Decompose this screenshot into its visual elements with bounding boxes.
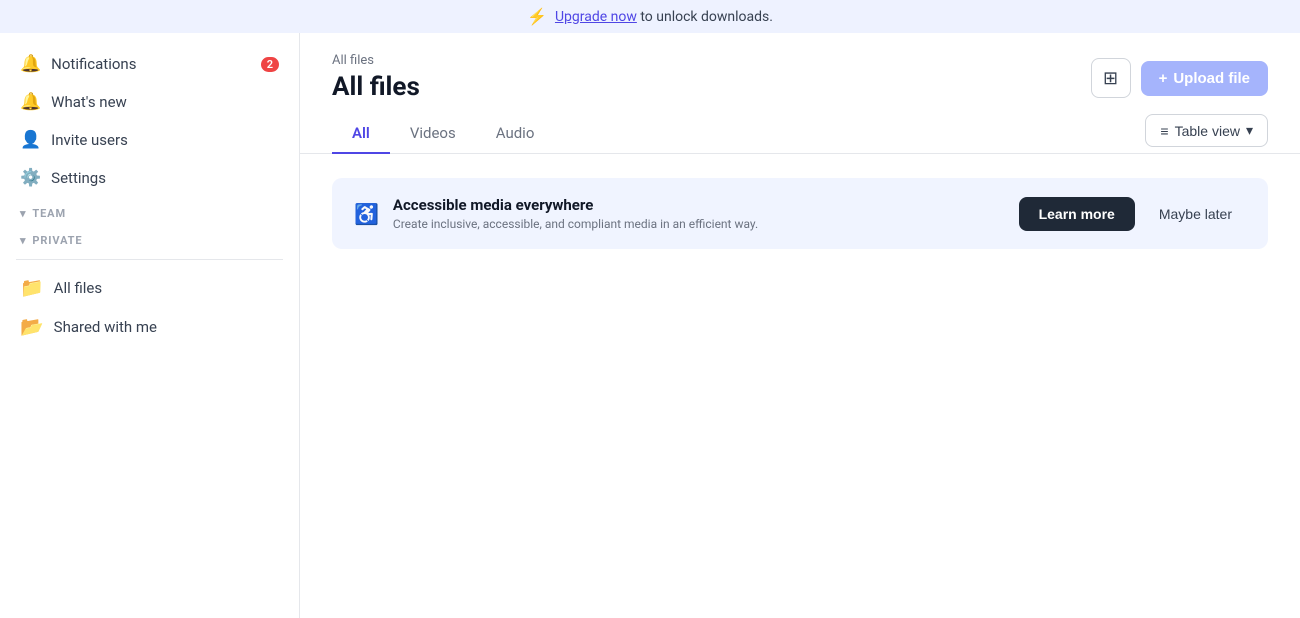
table-view-button[interactable]: ≡ Table view ▾ bbox=[1145, 114, 1268, 147]
sidebar-folder-all-files[interactable]: 📁 All files bbox=[0, 268, 299, 307]
sidebar-item-whats-new[interactable]: 🔔 What's new bbox=[0, 83, 299, 121]
bell-outline-icon: 🔔 bbox=[20, 92, 41, 112]
info-banner-text: Accessible media everywhere Create inclu… bbox=[393, 196, 1005, 231]
section-label: PRIVATE bbox=[32, 234, 82, 247]
add-folder-icon: ⊞ bbox=[1103, 68, 1118, 89]
tab-label: All bbox=[352, 124, 370, 142]
header-actions: ⊞ + Upload file bbox=[1091, 58, 1268, 102]
content-area: All files All files ⊞ + Upload file All bbox=[300, 33, 1300, 618]
info-banner-title: Accessible media everywhere bbox=[393, 196, 1005, 214]
content-header: All files All files ⊞ + Upload file bbox=[300, 33, 1300, 102]
sidebar-folder-shared-with-me[interactable]: 📂 Shared with me bbox=[0, 307, 299, 346]
main-layout: 🔔 Notifications 2 🔔 What's new 👤 Invite … bbox=[0, 33, 1300, 618]
accessibility-icon: ♿ bbox=[354, 202, 379, 226]
sidebar-item-invite-users[interactable]: 👤 Invite users bbox=[0, 121, 299, 159]
tab-videos[interactable]: Videos bbox=[390, 114, 476, 154]
sidebar: 🔔 Notifications 2 🔔 What's new 👤 Invite … bbox=[0, 33, 300, 618]
notifications-badge: 2 bbox=[261, 57, 279, 72]
tab-audio[interactable]: Audio bbox=[476, 114, 555, 154]
bell-icon: 🔔 bbox=[20, 54, 41, 74]
user-icon: 👤 bbox=[20, 130, 41, 150]
add-to-folder-button[interactable]: ⊞ bbox=[1091, 58, 1131, 98]
upgrade-banner: ⚡ Upgrade now to unlock downloads. bbox=[0, 0, 1300, 33]
section-label: TEAM bbox=[32, 207, 66, 220]
main-content: ♿ Accessible media everywhere Create inc… bbox=[300, 154, 1300, 618]
page-title: All files bbox=[332, 72, 420, 102]
maybe-later-button[interactable]: Maybe later bbox=[1145, 197, 1246, 231]
chevron-down-icon: ▾ bbox=[20, 207, 26, 220]
plus-icon: + bbox=[1159, 70, 1168, 87]
chevron-down-icon: ▾ bbox=[20, 234, 26, 247]
tab-label: Videos bbox=[410, 124, 456, 142]
breadcrumb: All files bbox=[332, 53, 420, 68]
title-block: All files All files bbox=[332, 53, 420, 102]
folder-label: Shared with me bbox=[54, 318, 157, 336]
sidebar-section-team[interactable]: ▾ TEAM bbox=[0, 197, 299, 224]
tab-all[interactable]: All bbox=[332, 114, 390, 154]
folder-icon: 📁 bbox=[20, 276, 44, 299]
upgrade-now-link[interactable]: Upgrade now bbox=[555, 9, 637, 25]
chevron-down-icon: ▾ bbox=[1246, 122, 1253, 139]
folder-label: All files bbox=[54, 279, 102, 297]
sidebar-divider bbox=[16, 259, 283, 260]
tabs-left: All Videos Audio bbox=[332, 114, 554, 153]
list-icon: ≡ bbox=[1160, 123, 1168, 139]
sidebar-item-settings[interactable]: ⚙️ Settings bbox=[0, 159, 299, 197]
banner-suffix: to unlock downloads. bbox=[640, 9, 773, 25]
sidebar-item-label: What's new bbox=[51, 93, 127, 111]
sidebar-section-private[interactable]: ▾ PRIVATE bbox=[0, 224, 299, 251]
shared-folder-icon: 📂 bbox=[20, 315, 44, 338]
banner-text: Upgrade now to unlock downloads. bbox=[555, 9, 773, 25]
tab-label: Audio bbox=[496, 124, 535, 142]
upload-label: Upload file bbox=[1173, 70, 1250, 87]
tabs-bar: All Videos Audio ≡ Table view ▾ bbox=[300, 114, 1300, 154]
sidebar-item-label: Settings bbox=[51, 169, 106, 187]
sidebar-item-notifications[interactable]: 🔔 Notifications 2 bbox=[0, 45, 299, 83]
table-view-label: Table view bbox=[1175, 123, 1240, 139]
info-banner-actions: Learn more Maybe later bbox=[1019, 197, 1246, 231]
upload-file-button[interactable]: + Upload file bbox=[1141, 61, 1268, 96]
lightning-icon: ⚡ bbox=[527, 7, 547, 26]
sidebar-item-label: Invite users bbox=[51, 131, 128, 149]
learn-more-button[interactable]: Learn more bbox=[1019, 197, 1135, 231]
gear-icon: ⚙️ bbox=[20, 168, 41, 188]
info-banner-desc: Create inclusive, accessible, and compli… bbox=[393, 217, 1005, 231]
info-banner: ♿ Accessible media everywhere Create inc… bbox=[332, 178, 1268, 249]
sidebar-item-label: Notifications bbox=[51, 55, 136, 73]
